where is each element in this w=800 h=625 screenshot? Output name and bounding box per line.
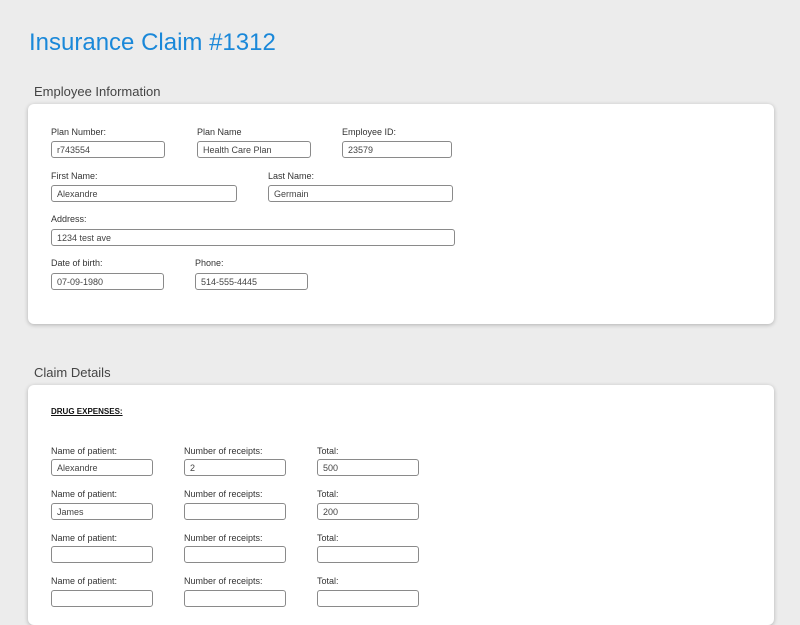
- total-label: Total:: [317, 489, 339, 499]
- receipts-count-input[interactable]: [184, 546, 286, 563]
- total-label: Total:: [317, 533, 339, 543]
- employee-section-title: Employee Information: [34, 84, 161, 99]
- first-name-label: First Name:: [51, 171, 98, 181]
- receipts-count-label: Number of receipts:: [184, 533, 263, 543]
- plan-number-label: Plan Number:: [51, 127, 107, 137]
- patient-name-label: Name of patient:: [51, 446, 118, 456]
- patient-name-label: Name of patient:: [51, 576, 118, 586]
- patient-name-label: Name of patient:: [51, 533, 118, 543]
- plan-name-label: Plan Name: [197, 127, 242, 137]
- receipts-count-label: Number of receipts:: [184, 446, 263, 456]
- total-input[interactable]: [317, 503, 419, 520]
- total-input[interactable]: [317, 590, 419, 607]
- receipts-count-input[interactable]: [184, 590, 286, 607]
- patient-name-input[interactable]: [51, 546, 153, 563]
- patient-name-input[interactable]: [51, 459, 153, 476]
- total-label: Total:: [317, 576, 339, 586]
- receipts-count-label: Number of receipts:: [184, 489, 263, 499]
- total-input[interactable]: [317, 546, 419, 563]
- address-input[interactable]: [51, 229, 455, 246]
- employee-id-input[interactable]: [342, 141, 452, 158]
- phone-input[interactable]: [195, 273, 308, 290]
- plan-name-input[interactable]: [197, 141, 311, 158]
- plan-number-input[interactable]: [51, 141, 165, 158]
- receipts-count-input[interactable]: [184, 459, 286, 476]
- dob-label: Date of birth:: [51, 258, 103, 268]
- last-name-label: Last Name:: [268, 171, 315, 181]
- patient-name-input[interactable]: [51, 590, 153, 607]
- first-name-input[interactable]: [51, 185, 237, 202]
- address-label: Address:: [51, 214, 87, 224]
- receipts-count-input[interactable]: [184, 503, 286, 520]
- claim-details-card: DRUG EXPENSES: Name of patient: Number o…: [28, 385, 774, 625]
- patient-name-label: Name of patient:: [51, 489, 118, 499]
- page-title: Insurance Claim #1312: [29, 29, 276, 56]
- phone-label: Phone:: [195, 258, 224, 268]
- total-label: Total:: [317, 446, 339, 456]
- patient-name-input[interactable]: [51, 503, 153, 520]
- drug-expenses-heading: DRUG EXPENSES:: [51, 407, 123, 416]
- employee-id-label: Employee ID:: [342, 127, 397, 137]
- total-input[interactable]: [317, 459, 419, 476]
- last-name-input[interactable]: [268, 185, 453, 202]
- claim-section-title: Claim Details: [34, 365, 111, 380]
- employee-info-card: Plan Number: Plan Name Employee ID: Firs…: [28, 104, 774, 324]
- dob-input[interactable]: [51, 273, 164, 290]
- receipts-count-label: Number of receipts:: [184, 576, 263, 586]
